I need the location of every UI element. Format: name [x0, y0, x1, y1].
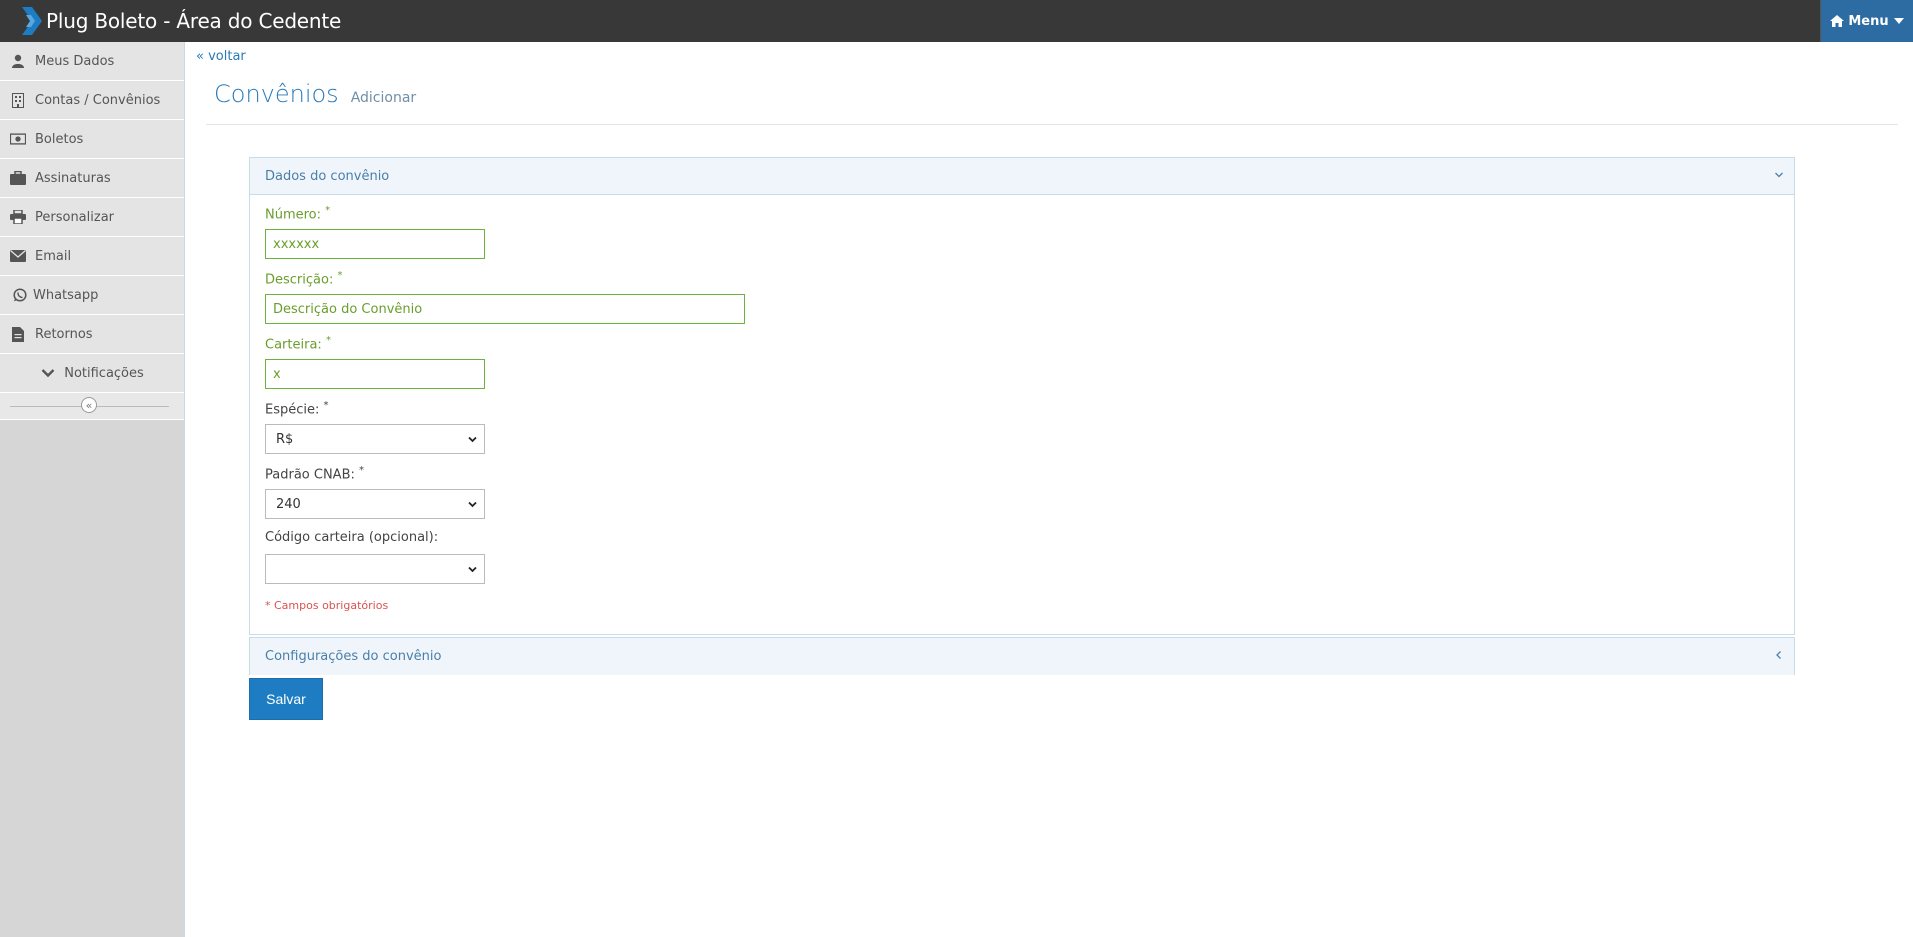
sidebar-item-meus-dados[interactable]: Meus Dados	[0, 42, 184, 81]
chevron-down-icon	[1775, 172, 1783, 178]
logo-icon	[22, 7, 42, 35]
chevron-down-icon	[468, 436, 477, 443]
required-marker: *	[323, 400, 329, 411]
user-icon	[10, 53, 26, 69]
home-icon	[1830, 15, 1845, 27]
sidebar-item-boletos[interactable]: Boletos	[0, 120, 184, 159]
caret-down-icon	[1893, 18, 1904, 24]
required-marker: *	[325, 205, 331, 216]
panel-configuracoes-convenio: Configurações do convênio	[249, 637, 1795, 675]
sidebar-item-personalizar[interactable]: Personalizar	[0, 198, 184, 237]
numero-label: Número: *	[265, 205, 331, 223]
file-icon	[10, 326, 26, 342]
sidebar-item-label: Contas / Convênios	[35, 92, 161, 108]
descricao-input[interactable]: Descrição do Convênio	[265, 294, 745, 324]
sidebar-item-contas-convenios[interactable]: Contas / Convênios	[0, 81, 184, 120]
especie-label: Espécie: *	[265, 400, 329, 418]
cnab-select[interactable]: 240	[265, 489, 485, 519]
brand[interactable]: Plug Boleto - Área do Cedente	[20, 0, 341, 42]
sidebar-item-label: Personalizar	[35, 209, 115, 225]
sidebar-item-label: Whatsapp	[33, 287, 99, 303]
menu-button[interactable]: Menu	[1820, 0, 1913, 42]
chevron-left-icon	[1776, 651, 1781, 659]
sidebar-item-label: Meus Dados	[35, 53, 115, 69]
sidebar-collapse-toggle[interactable]: «	[0, 393, 184, 420]
menu-label: Menu	[1848, 13, 1889, 29]
sidebar-item-whatsapp[interactable]: Whatsapp	[0, 276, 184, 315]
required-marker: *	[359, 465, 365, 476]
money-icon	[10, 131, 26, 147]
especie-select[interactable]: R$	[265, 424, 485, 454]
sidebar-item-label: Assinaturas	[35, 170, 111, 186]
chevron-down-icon	[468, 566, 477, 573]
carteira-label: Carteira: *	[265, 335, 331, 353]
divider	[206, 124, 1898, 125]
building-icon	[10, 92, 26, 108]
required-marker: *	[325, 335, 331, 346]
numero-input[interactable]: xxxxxx	[265, 229, 485, 259]
page-header: Convênios Adicionar	[214, 80, 416, 108]
briefcase-icon	[10, 170, 26, 186]
sidebar-item-notificacoes[interactable]: Notificações	[0, 354, 184, 393]
sidebar-item-assinaturas[interactable]: Assinaturas	[0, 159, 184, 198]
required-fields-note: * Campos obrigatórios	[265, 599, 389, 612]
carteira-input[interactable]: x	[265, 359, 485, 389]
print-icon	[10, 209, 26, 225]
panel-header-configuracoes-convenio[interactable]: Configurações do convênio	[250, 638, 1794, 675]
cnab-select-value: 240	[276, 496, 301, 512]
sidebar-item-retornos[interactable]: Retornos	[0, 315, 184, 354]
codigo-carteira-label: Código carteira (opcional):	[265, 530, 439, 545]
page-title: Convênios	[214, 80, 339, 108]
sidebar-item-email[interactable]: Email	[0, 237, 184, 276]
panel-header-dados-convenio[interactable]: Dados do convênio	[250, 158, 1794, 195]
back-link[interactable]: « voltar	[196, 49, 246, 64]
especie-select-value: R$	[276, 431, 294, 447]
sidebar-item-label: Email	[35, 248, 72, 264]
page-subtitle: Adicionar	[350, 90, 417, 106]
cnab-label: Padrão CNAB: *	[265, 465, 365, 483]
sidebar-item-label: Retornos	[35, 326, 93, 342]
descricao-label: Descrição: *	[265, 270, 343, 288]
codigo-carteira-select[interactable]	[265, 554, 485, 584]
sidebar-item-label: Boletos	[35, 131, 84, 147]
sidebar: Meus Dados Contas / Convênios Boletos As…	[0, 42, 185, 937]
save-button[interactable]: Salvar	[249, 678, 323, 720]
top-navbar: Plug Boleto - Área do Cedente Menu	[0, 0, 1913, 42]
panel-title: Configurações do convênio	[265, 649, 442, 664]
chevron-down-icon	[468, 501, 477, 508]
required-marker: *	[337, 270, 343, 281]
whatsapp-icon	[12, 287, 28, 303]
chevron-down-icon	[40, 365, 56, 381]
app-title: Plug Boleto - Área do Cedente	[46, 9, 342, 33]
envelope-icon	[10, 248, 26, 264]
double-chevron-left-icon[interactable]: «	[81, 397, 97, 413]
sidebar-item-label: Notificações	[64, 365, 144, 381]
panel-title: Dados do convênio	[265, 168, 390, 184]
